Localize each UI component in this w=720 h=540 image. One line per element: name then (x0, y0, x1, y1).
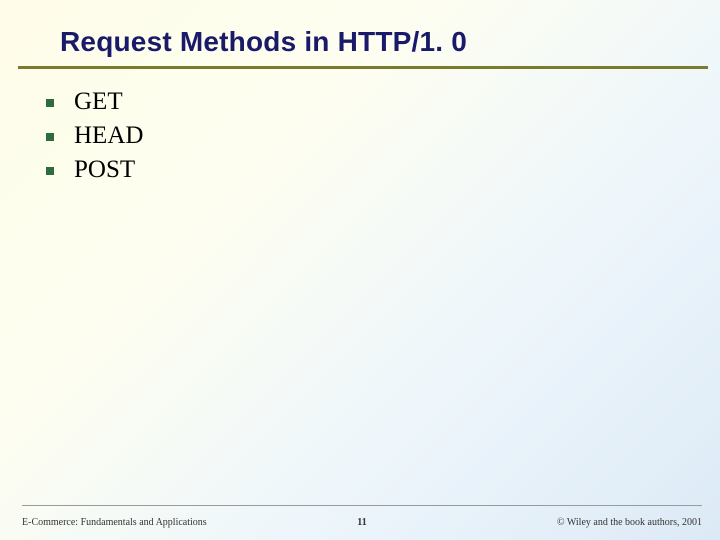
square-bullet-icon (46, 167, 54, 175)
bullet-text: HEAD (74, 122, 143, 150)
list-item: POST (46, 156, 143, 184)
bullet-text: GET (74, 88, 123, 116)
list-item: GET (46, 88, 143, 116)
bullet-text: POST (74, 156, 135, 184)
square-bullet-icon (46, 99, 54, 107)
bullet-list: GET HEAD POST (46, 88, 143, 190)
slide: Request Methods in HTTP/1. 0 GET HEAD PO… (0, 0, 720, 540)
slide-title: Request Methods in HTTP/1. 0 (60, 26, 467, 58)
square-bullet-icon (46, 133, 54, 141)
footer-divider (22, 505, 702, 506)
footer: E-Commerce: Fundamentals and Application… (22, 517, 702, 528)
title-underline (18, 66, 708, 69)
list-item: HEAD (46, 122, 143, 150)
footer-left: E-Commerce: Fundamentals and Application… (22, 517, 207, 528)
page-number: 11 (357, 517, 366, 528)
footer-right: © Wiley and the book authors, 2001 (557, 517, 702, 528)
